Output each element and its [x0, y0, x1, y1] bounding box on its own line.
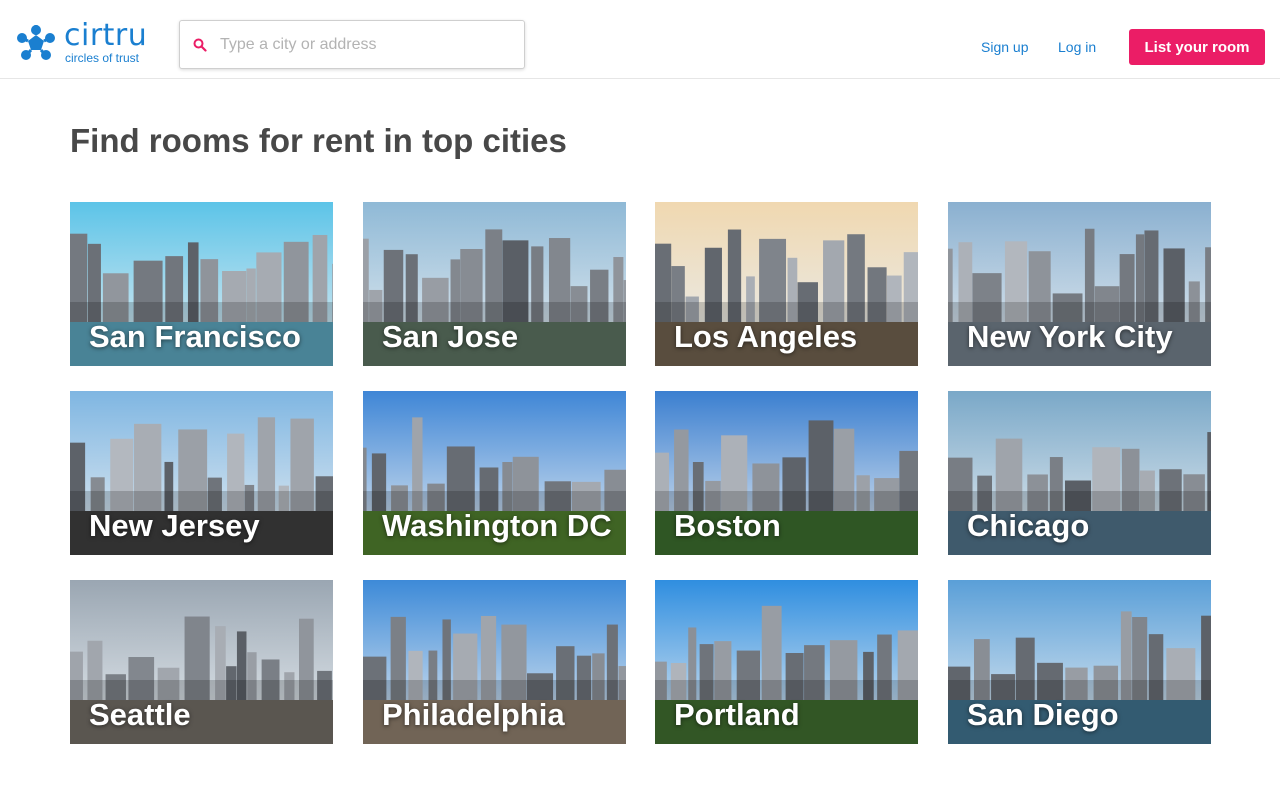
city-card-los-angeles[interactable]: Los Angeles — [655, 202, 918, 366]
city-name: New Jersey — [89, 508, 260, 543]
city-card-new-york-city[interactable]: New York City — [948, 202, 1211, 366]
cirtru-logo[interactable]: cirtru circles of trust — [14, 18, 154, 68]
signup-link[interactable]: Sign up — [981, 39, 1028, 55]
login-link[interactable]: Log in — [1058, 39, 1096, 55]
search-icon — [193, 38, 207, 52]
city-name: Boston — [674, 508, 781, 543]
city-card-portland[interactable]: Portland — [655, 580, 918, 744]
site-header: cirtru circles of trust Sign up Log in L… — [0, 0, 1280, 79]
circles-logo-icon — [17, 25, 55, 60]
city-name: Seattle — [89, 697, 191, 732]
city-card-boston[interactable]: Boston — [655, 391, 918, 555]
search-box — [179, 20, 525, 69]
city-card-philadelphia[interactable]: Philadelphia — [363, 580, 626, 744]
page-title: Find rooms for rent in top cities — [70, 122, 567, 159]
city-card-washington-dc[interactable]: Washington DC — [363, 391, 626, 555]
city-name: Washington DC — [382, 508, 612, 543]
city-name: Chicago — [967, 508, 1090, 543]
city-name: Los Angeles — [674, 319, 858, 354]
city-grid: San Francisco San Jose Los Angeles New Y… — [70, 202, 1211, 744]
brand-tagline: circles of trust — [65, 51, 140, 65]
city-card-chicago[interactable]: Chicago — [948, 391, 1211, 555]
city-name: San Jose — [382, 319, 519, 354]
city-name: Philadelphia — [382, 697, 565, 732]
list-your-room-button[interactable]: List your room — [1129, 29, 1265, 65]
city-card-san-francisco[interactable]: San Francisco — [70, 202, 333, 366]
city-name: San Francisco — [89, 319, 301, 354]
city-card-san-diego[interactable]: San Diego — [948, 580, 1211, 744]
search-input[interactable] — [220, 21, 515, 68]
city-name: Portland — [674, 697, 800, 732]
city-card-san-jose[interactable]: San Jose — [363, 202, 626, 366]
city-name: San Diego — [967, 697, 1119, 732]
city-name: New York City — [967, 319, 1173, 354]
city-card-new-jersey[interactable]: New Jersey — [70, 391, 333, 555]
city-card-seattle[interactable]: Seattle — [70, 580, 333, 744]
brand-name: cirtru — [64, 18, 148, 53]
